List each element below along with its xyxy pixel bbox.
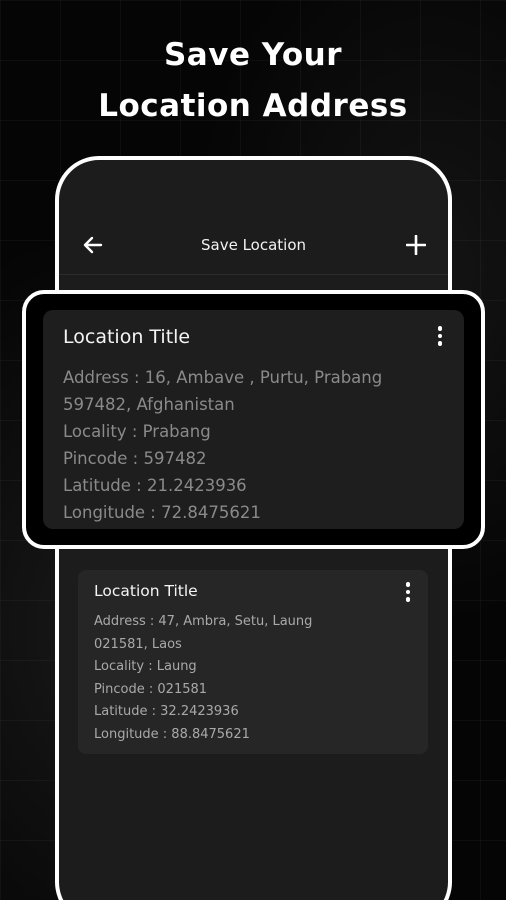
address-line-1: Address : 47, Ambra, Setu, Laung: [94, 614, 313, 629]
more-options-icon[interactable]: [434, 326, 446, 346]
page-title: Save Location: [200, 236, 307, 254]
location-card[interactable]: Location Title Address : 47, Ambra, Setu…: [78, 570, 428, 754]
promo-headline: Save Your Location Address: [0, 30, 506, 132]
highlighted-card-frame: Location Title Address : 16, Ambave , Pu…: [22, 290, 485, 549]
arrow-left-icon: [83, 236, 103, 254]
location-title: Location Title: [94, 582, 198, 600]
latitude-text: Latitude : 21.2423936: [63, 476, 247, 495]
pincode-text: Pincode : 597482: [63, 449, 207, 468]
pincode-text: Pincode : 021581: [94, 681, 208, 697]
location-title: Location Title: [63, 326, 191, 348]
promo-screen: Save Your Location Address Save Location…: [0, 0, 506, 900]
app-bar: Save Location: [59, 220, 448, 270]
back-button[interactable]: [81, 233, 105, 257]
longitude-text: Longitude : 72.8475621: [63, 503, 261, 522]
locality-text: Locality : Prabang: [63, 422, 211, 441]
headline-line-1: Save Your: [163, 37, 343, 73]
more-options-icon[interactable]: [402, 582, 414, 602]
headline-line-2: Location Address: [98, 88, 408, 124]
longitude-text: Longitude : 88.8475621: [94, 726, 250, 742]
app-bar-divider: [59, 274, 448, 275]
plus-icon: [406, 235, 426, 255]
add-location-button[interactable]: [404, 233, 428, 257]
latitude-text: Latitude : 32.2423936: [94, 704, 239, 720]
address-line-2: 021581, Laos: [94, 636, 182, 652]
locality-text: Locality : Laung: [94, 659, 197, 675]
location-card[interactable]: Location Title Address : 16, Ambave , Pu…: [43, 310, 464, 529]
address-line-2: 597482, Afghanistan: [63, 395, 235, 414]
address-line-1: Address : 16, Ambave , Purtu, Prabang: [63, 368, 383, 387]
